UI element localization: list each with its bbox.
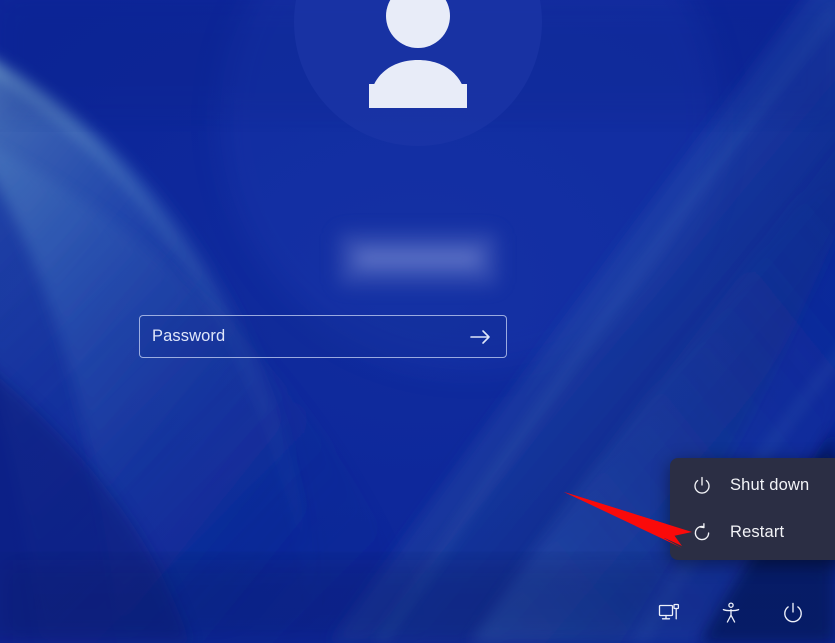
lock-screen: Shut down Restart [0, 0, 835, 643]
power-button[interactable] [777, 597, 809, 629]
arrow-right-icon [470, 329, 490, 344]
power-icon [691, 475, 713, 497]
password-submit-button[interactable] [466, 322, 496, 352]
bottom-icon-bar [653, 597, 809, 629]
menu-item-shut-down[interactable]: Shut down [670, 462, 835, 509]
restart-icon [691, 522, 713, 544]
network-button[interactable] [653, 597, 685, 629]
accessibility-icon [722, 602, 740, 623]
menu-item-label: Shut down [730, 476, 810, 494]
password-field[interactable] [139, 315, 507, 358]
ease-of-access-button[interactable] [715, 597, 747, 629]
menu-item-restart[interactable]: Restart [670, 509, 835, 556]
network-monitor-icon [658, 603, 680, 620]
power-icon [784, 602, 802, 623]
power-menu[interactable]: Shut down Restart [670, 458, 835, 560]
username-redacted [338, 233, 497, 285]
person-avatar-icon [368, 0, 467, 108]
menu-item-label: Restart [730, 523, 785, 541]
password-input[interactable] [152, 327, 466, 346]
